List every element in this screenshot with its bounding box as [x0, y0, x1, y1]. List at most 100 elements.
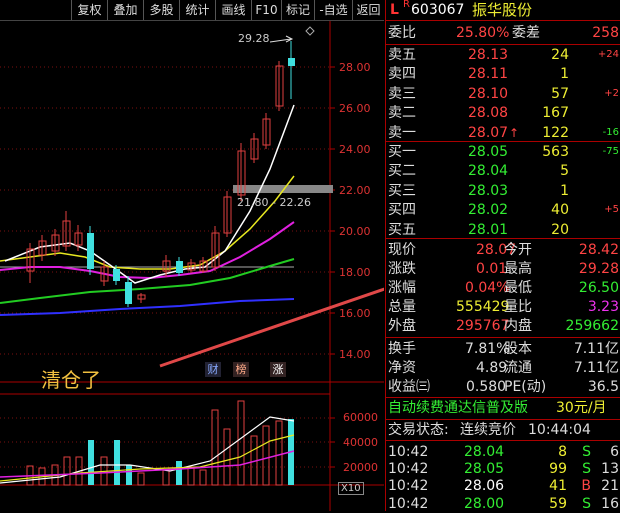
- ask-row[interactable]: 卖一 28.07 122 -16 ↑: [386, 124, 620, 142]
- tick-row: 10:42 28.04 8 S 6: [386, 443, 620, 461]
- bid-volume: 5: [560, 163, 569, 180]
- jingzi-row: 净资 4.89 流通 7.11亿: [386, 359, 620, 377]
- price-tick-28: 28.00: [339, 61, 371, 74]
- toolbar-f10-button[interactable]: F10: [251, 0, 281, 20]
- tick-count: 21: [601, 478, 619, 495]
- price-tick-16: 16.00: [339, 307, 371, 320]
- tick-price: 28.04: [464, 444, 505, 460]
- zhangdie-row: 涨跌 0.01 最高 29.28: [386, 260, 620, 278]
- bid-price: 28.05: [468, 144, 509, 160]
- jinkai-value: 28.42: [578, 242, 619, 258]
- toolbar-diejia-button[interactable]: 叠加: [107, 0, 143, 20]
- ask-label: 卖三: [388, 85, 416, 102]
- volume-bars: [26, 400, 294, 486]
- zhangfu-label: 涨幅: [388, 280, 416, 296]
- promo-row[interactable]: 自动续费通达信普及版 30元/月: [386, 399, 620, 417]
- price-tick-20: 20.00: [339, 225, 371, 238]
- zuigao-label: 最高: [504, 261, 532, 277]
- zhangfu-value: 0.04%: [465, 280, 510, 296]
- ask-price: 28.07: [468, 124, 509, 141]
- ask-row[interactable]: 卖二 28.08 167: [386, 104, 620, 122]
- ask-change: +24: [597, 49, 619, 60]
- tick-time: 10:42: [388, 461, 429, 478]
- bid-row[interactable]: 买二 28.04 5: [386, 162, 620, 180]
- stock-code: 603067: [411, 2, 465, 18]
- guben-value: 7.11亿: [573, 341, 619, 357]
- tick-row: 10:42 28.05 99 S 13: [386, 460, 620, 478]
- toolbar-fuquan-button[interactable]: 复权: [71, 0, 107, 20]
- tick-count: 13: [601, 461, 619, 478]
- resistance-band: [233, 185, 333, 193]
- promo-price: 30元/月: [556, 400, 607, 416]
- ask-change: -16: [602, 126, 619, 138]
- tick-price: 28.00: [464, 495, 505, 512]
- flag-r: R: [403, 0, 410, 10]
- promo-link[interactable]: 自动续费通达信普及版: [388, 399, 528, 417]
- ask-price: 28.08: [468, 105, 509, 122]
- ma5-line: [4, 104, 295, 284]
- toolbar-fanhui-button[interactable]: 返回: [352, 0, 384, 20]
- bid-price: 28.01: [468, 221, 509, 238]
- toolbar-duogu-button[interactable]: 多股: [143, 0, 179, 20]
- ma30-line: [0, 258, 295, 304]
- shouyi-row: 收益㈢ 0.580 PE(动) 36.5: [386, 378, 620, 396]
- bid-row[interactable]: 买三 28.03 1: [386, 182, 620, 200]
- bid-row[interactable]: 买一 28.05 563 -75: [386, 143, 620, 161]
- ask-row[interactable]: 卖五 28.13 24 +24: [386, 46, 620, 64]
- range-label: 21.80 - 22.26: [237, 196, 311, 209]
- tick-price: 28.06: [464, 478, 505, 495]
- annotation-text: 清仓了: [41, 368, 101, 392]
- ask-row[interactable]: 卖三 28.10 57 +2: [386, 85, 620, 103]
- high-price-label: 29.28: [238, 32, 270, 45]
- price-tick-14: 14.00: [339, 348, 371, 361]
- jinkai-label: 今开: [504, 242, 532, 258]
- shouyi-label: 收益㈢: [388, 379, 430, 395]
- huanshou-row: 换手 7.81% 股本 7.11亿: [386, 340, 620, 358]
- liutong-value: 7.11亿: [573, 360, 619, 376]
- ask-volume: 167: [542, 105, 569, 122]
- tick-row: 10:42 28.06 41 B 21: [386, 477, 620, 495]
- tick-time: 10:42: [388, 444, 429, 460]
- ask-price: 28.10: [468, 85, 509, 102]
- bid-volume: 20: [551, 221, 569, 238]
- price-tick-26: 26.00: [339, 102, 371, 115]
- ask-label: 卖四: [388, 66, 416, 83]
- marker-cai[interactable]: 财: [205, 362, 221, 377]
- toolbar-biaoji-button[interactable]: 标记: [281, 0, 314, 20]
- volume-tick-60000: 60000: [343, 411, 378, 424]
- zhangdie-label: 涨跌: [388, 261, 416, 277]
- toolbar-tongji-button[interactable]: 统计: [179, 0, 215, 20]
- ask-change: +2: [604, 87, 619, 99]
- ma60-line: [0, 298, 295, 316]
- kline-chart[interactable]: 28.00 26.00 24.00 22.00 20.00 18.00 16.0…: [0, 21, 384, 511]
- bid-row[interactable]: 买五 28.01 20: [386, 221, 620, 239]
- bid-change: +5: [604, 204, 619, 216]
- ask-row[interactable]: 卖四 28.11 1: [386, 65, 620, 83]
- shouyi-value: 0.580: [466, 379, 507, 395]
- ask-volume: 24: [551, 47, 569, 63]
- ask-volume: 57: [551, 85, 569, 102]
- jingzi-value: 4.89: [476, 360, 508, 376]
- zhangfu-row: 涨幅 0.04% 最低 26.50: [386, 279, 620, 297]
- huanshou-label: 换手: [388, 341, 416, 357]
- bid-volume: 1: [560, 182, 569, 199]
- ask-price: 28.11: [468, 66, 509, 83]
- volume-tick-40000: 40000: [343, 436, 378, 449]
- marker-zhang[interactable]: 涨: [270, 362, 286, 377]
- zuidi-value: 26.50: [578, 280, 619, 296]
- weicha-label: 委差: [512, 25, 540, 41]
- marker-bang[interactable]: 榜: [233, 362, 249, 377]
- waipan-value: 295767: [456, 318, 510, 334]
- zongliang-row: 总量 555429 量比 3.23: [386, 298, 620, 316]
- bid-change: -75: [602, 146, 619, 157]
- toolbar-zixuan-button[interactable]: -自选: [314, 0, 352, 20]
- xianjia-row: 现价 28.07 今开 28.42: [386, 241, 620, 259]
- zhangdie-value: 0.01: [476, 261, 508, 277]
- waipan-label: 外盘: [388, 318, 416, 334]
- bid-row[interactable]: 买四 28.02 40 +5: [386, 201, 620, 219]
- quote-panel: L R 603067 振华股份 委比 25.80% 委差 258 卖五 28.13…: [385, 0, 620, 512]
- toolbar-huaxian-button[interactable]: 画线: [215, 0, 251, 20]
- tick-volume: 59: [549, 495, 567, 512]
- tick-volume: 41: [549, 478, 567, 495]
- weibi-row: 委比 25.80% 委差 258: [386, 24, 620, 42]
